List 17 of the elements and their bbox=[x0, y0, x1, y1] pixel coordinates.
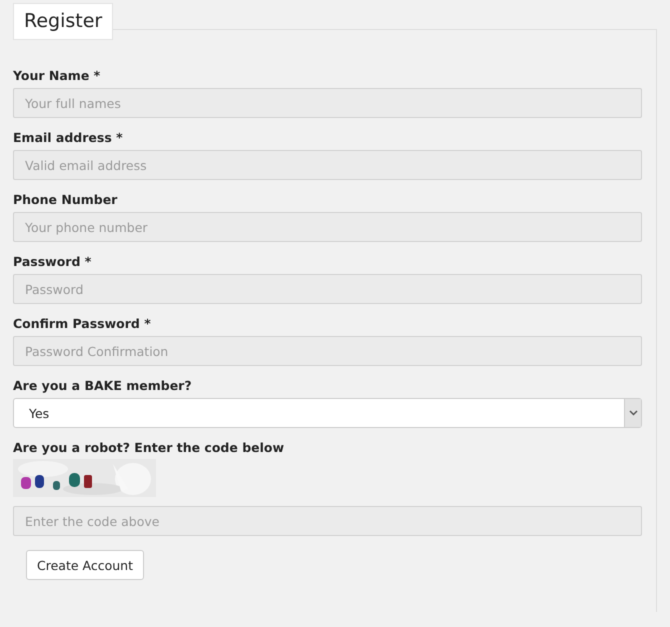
input-field[interactable]: Password bbox=[13, 274, 642, 304]
create-account-button[interactable]: Create Account bbox=[26, 550, 144, 580]
field-label: Are you a BAKE member? bbox=[13, 378, 192, 393]
input-field[interactable]: Valid email address bbox=[13, 150, 642, 180]
field-label: Confirm Password * bbox=[13, 316, 151, 331]
input-field[interactable]: Your full names bbox=[13, 88, 642, 118]
form-legend: Register bbox=[13, 3, 114, 40]
input-field[interactable]: Enter the code above bbox=[13, 506, 642, 536]
caret-icon bbox=[628, 410, 638, 416]
input-field[interactable]: Your phone number bbox=[13, 212, 642, 242]
field-label: Your Name * bbox=[13, 68, 100, 83]
field-label: Are you a robot? Enter the code below bbox=[13, 440, 284, 455]
field-label: Email address * bbox=[13, 130, 123, 145]
input-field[interactable]: Password Confirmation bbox=[13, 336, 642, 366]
field-label: Password * bbox=[13, 254, 92, 269]
field-label: Phone Number bbox=[13, 192, 118, 207]
select-field[interactable]: Yes bbox=[13, 398, 642, 428]
